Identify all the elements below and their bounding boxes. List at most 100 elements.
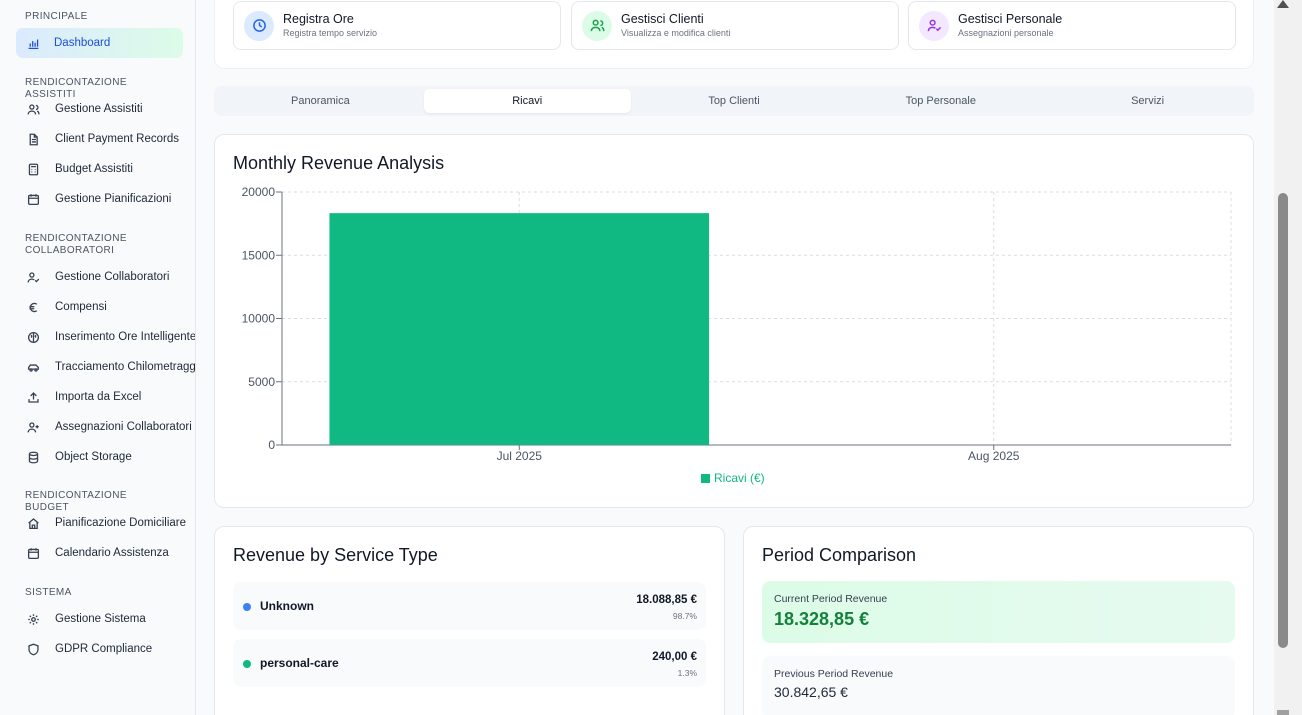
sidebar-item-client-payment-records[interactable]: Client Payment Records	[16, 124, 183, 154]
sidebar-item-label: Gestione Pianificazioni	[55, 193, 172, 205]
gear-icon	[26, 612, 40, 626]
service-color-dot	[243, 660, 251, 668]
quick-action-registra-ore[interactable]: Registra Ore Registra tempo servizio	[233, 1, 561, 50]
sidebar-item-dashboard[interactable]: Dashboard	[16, 28, 183, 58]
current-period-label: Current Period Revenue	[774, 593, 888, 605]
sidebar-item-object-storage[interactable]: Object Storage	[16, 442, 183, 472]
sidebar-item-label: Dashboard	[54, 37, 111, 49]
quick-action-text: Gestisci Personale Assegnazioni personale	[958, 12, 1062, 40]
sidebar-item-tracciamento-chilometraggio[interactable]: Tracciamento Chilometraggio	[16, 352, 195, 382]
current-period-value: 18.328,85 €	[774, 609, 870, 629]
service-percent: 98.7%	[672, 611, 697, 621]
service-percent: 1.3%	[677, 668, 697, 678]
home-icon	[26, 516, 40, 530]
sidebar-item-budget-assistiti[interactable]: Budget Assistiti	[16, 154, 183, 184]
user-plus-icon	[26, 420, 40, 434]
page-scrollbar[interactable]	[1274, 0, 1302, 715]
service-revenue-card: Revenue by Service Type Unknown 18.088,85…	[214, 526, 725, 715]
sidebar-item-label: Object Storage	[55, 451, 132, 463]
sidebar-item-gestione-assistiti[interactable]: Gestione Assistiti	[16, 94, 183, 124]
quick-action-gestisci-clienti[interactable]: Gestisci Clienti Visualizza e modifica cl…	[571, 1, 899, 50]
users-icon	[26, 102, 40, 116]
sidebar-item-label: GDPR Compliance	[55, 643, 153, 655]
list-item: Unknown 18.088,85 € 98.7%	[233, 582, 706, 630]
previous-period-box: Previous Period Revenue 30.842,65 €	[762, 656, 1235, 715]
database-icon	[26, 450, 40, 464]
shield-icon	[26, 642, 40, 656]
sidebar-item-gestione-collaboratori[interactable]: Gestione Collaboratori	[16, 262, 183, 292]
sidebar-item-label: Gestione Sistema	[55, 613, 146, 625]
sidebar-item-calendario-assistenza[interactable]: Calendario Assistenza	[16, 538, 183, 568]
x-tick-label: Aug 2025	[968, 449, 1020, 463]
chart-icon	[26, 36, 40, 50]
y-tick-label: 15000	[242, 248, 276, 262]
user-check-icon	[919, 10, 949, 41]
y-tick-label: 5000	[248, 375, 275, 389]
sidebar-item-label: Client Payment Records	[55, 133, 179, 145]
sidebar-item-gdpr-compliance[interactable]: GDPR Compliance	[16, 634, 183, 664]
tab-top-clienti[interactable]: Top Clienti	[631, 89, 838, 113]
service-name: Unknown	[260, 599, 314, 613]
quick-action-title: Gestisci Clienti	[621, 11, 704, 26]
service-amount: 18.088,85 €	[636, 594, 697, 606]
sidebar-item-gestione-pianificazioni[interactable]: Gestione Pianificazioni	[16, 184, 183, 214]
sidebar-item-inserimento-ore-intelligente[interactable]: Inserimento Ore Intelligente	[16, 322, 195, 352]
scroll-thumb[interactable]	[1278, 193, 1288, 648]
section-title-sistema: SISTEMA	[25, 587, 72, 598]
legend-label: Ricavi (€)	[714, 471, 765, 485]
service-amount: 240,00 €	[652, 651, 697, 663]
document-icon	[26, 132, 40, 146]
bar-jul-2025	[329, 213, 710, 445]
section-title-principale: PRINCIPALE	[25, 11, 88, 22]
scroll-up-arrow-icon[interactable]	[1277, 0, 1289, 8]
euro-icon	[26, 300, 40, 314]
quick-action-text: Gestisci Clienti Visualizza e modifica cl…	[621, 12, 730, 40]
sidebar-item-label: Compensi	[55, 301, 107, 313]
scroll-down-arrow-icon[interactable]	[1277, 710, 1289, 715]
quick-actions-panel: Registra Ore Registra tempo servizio Gesti…	[214, 0, 1254, 69]
sidebar-item-label: Assegnazioni Collaboratori	[55, 421, 192, 433]
tab-panoramica[interactable]: Panoramica	[217, 89, 424, 113]
calendar-icon	[26, 546, 40, 560]
user-check-icon	[26, 270, 40, 284]
calculator-icon	[26, 162, 40, 176]
sidebar-item-label: Inserimento Ore Intelligente	[55, 331, 196, 343]
sidebar-item-importa-da-excel[interactable]: Importa da Excel	[16, 382, 183, 412]
sidebar-item-compensi[interactable]: Compensi	[16, 292, 183, 322]
quick-action-subtitle: Visualizza e modifica clienti	[621, 27, 731, 38]
quick-action-text: Registra Ore Registra tempo servizio	[283, 12, 377, 40]
previous-period-label: Previous Period Revenue	[774, 668, 894, 680]
tab-bar: Panoramica Ricavi Top Clienti Top Personale…	[214, 86, 1254, 116]
service-revenue-title: Revenue by Service Type	[233, 545, 438, 565]
tab-top-personale[interactable]: Top Personale	[837, 89, 1044, 113]
calendar-icon	[26, 192, 40, 206]
quick-action-gestisci-personale[interactable]: Gestisci Personale Assegnazioni personale	[908, 1, 1236, 50]
sidebar-item-pianificazione-domiciliare[interactable]: Pianificazione Domiciliare	[16, 508, 187, 538]
sidebar-item-label: Gestione Assistiti	[55, 103, 143, 115]
sidebar-item-gestione-sistema[interactable]: Gestione Sistema	[16, 604, 183, 634]
brain-icon	[26, 330, 40, 344]
main-content: Registra Ore Registra tempo servizio Gesti…	[196, 0, 1274, 715]
period-comparison-card: Period Comparison Current Period Revenue…	[743, 526, 1254, 715]
sidebar-item-label: Importa da Excel	[55, 391, 142, 403]
sidebar: PRINCIPALE Dashboard RENDICONTAZIONE ASSIS…	[0, 0, 196, 715]
legend-swatch	[701, 474, 710, 483]
service-color-dot	[243, 603, 251, 611]
y-tick-label: 20000	[242, 185, 276, 199]
tab-ricavi[interactable]: Ricavi	[423, 89, 631, 113]
quick-action-subtitle: Assegnazioni personale	[958, 27, 1054, 38]
x-tick-label: Jul 2025	[497, 449, 543, 463]
tab-servizi[interactable]: Servizi	[1044, 89, 1251, 113]
quick-action-title: Registra Ore	[283, 11, 354, 26]
y-tick-label: 10000	[242, 312, 276, 326]
quick-action-subtitle: Registra tempo servizio	[283, 27, 378, 38]
sidebar-item-label: Pianificazione Domiciliare	[55, 517, 187, 529]
quick-action-title: Gestisci Personale	[958, 11, 1063, 26]
users-icon	[582, 10, 612, 41]
car-icon	[26, 360, 40, 374]
section-title-rendicontazione-collaboratori: RENDICONTAZIONE COLLABORATORI	[25, 233, 127, 256]
sidebar-item-label: Calendario Assistenza	[55, 547, 169, 559]
current-period-box: Current Period Revenue 18.328,85 €	[762, 581, 1235, 643]
sidebar-item-assegnazioni-collaboratori[interactable]: Assegnazioni Collaboratori	[16, 412, 192, 442]
service-name: personal-care	[260, 656, 339, 670]
